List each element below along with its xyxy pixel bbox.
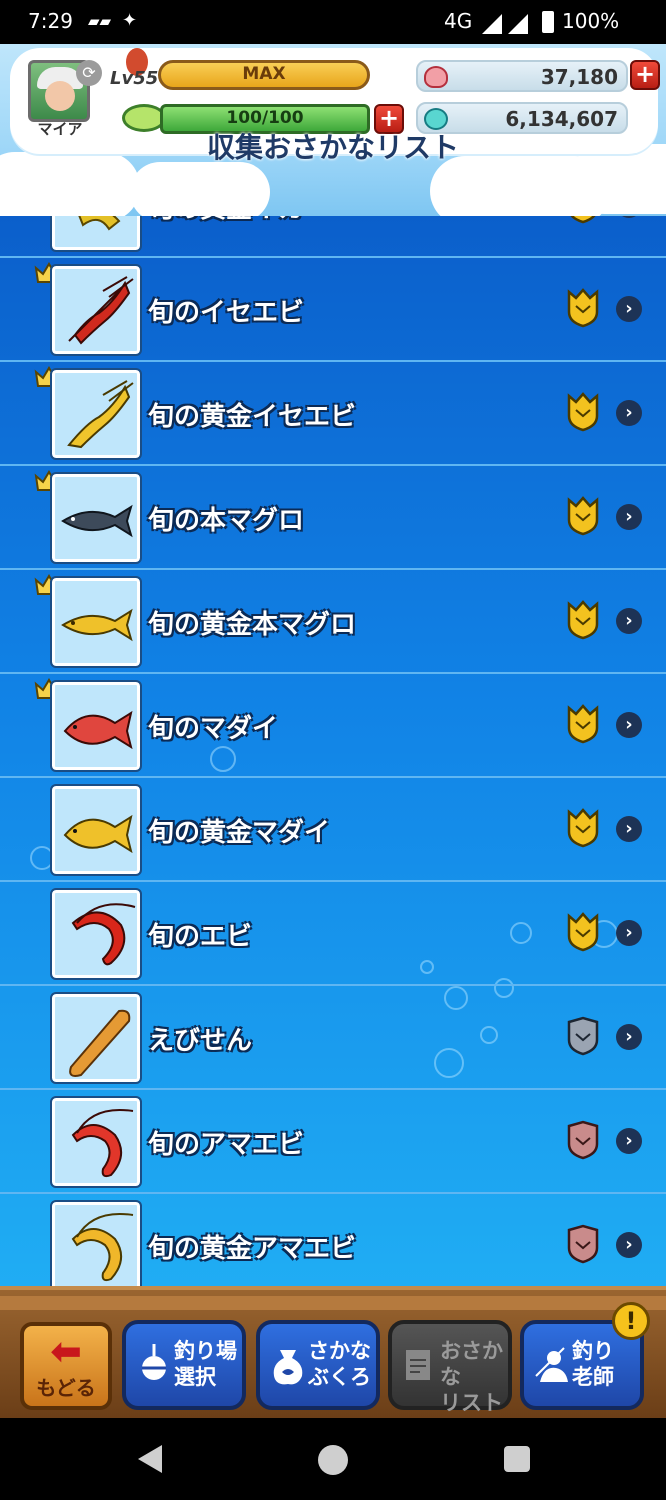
- chevron-right-icon[interactable]: ›: [616, 216, 642, 218]
- fish-bag-button[interactable]: さかな ぶくろ: [256, 1320, 380, 1410]
- gold-crown-badge-icon: [570, 216, 596, 224]
- float-icon: [142, 1344, 166, 1380]
- status-time: 7:29: [28, 9, 73, 33]
- list-item[interactable]: 旬のイセエビ ›: [0, 258, 666, 362]
- fish-name: 旬の黄金イセエビ: [148, 402, 357, 432]
- fish-name: 旬のマダイ: [148, 714, 279, 744]
- list-item[interactable]: 旬の本マグロ ›: [0, 466, 666, 570]
- exp-bar: MAX: [158, 60, 370, 90]
- fish-thumbnail: [50, 264, 142, 356]
- chevron-right-icon[interactable]: ›: [616, 504, 642, 530]
- fishing-master-label-2: 老師: [572, 1365, 614, 1389]
- fish-thumbnail: [50, 1096, 142, 1188]
- fish-thumbnail: [50, 576, 142, 668]
- fish-thumbnail: [50, 992, 142, 1084]
- network-type: 4G: [444, 9, 473, 33]
- chevron-right-icon[interactable]: ›: [616, 1128, 642, 1154]
- fish-bag-label-1: さかな: [308, 1339, 371, 1363]
- battery-icon: [542, 11, 554, 33]
- fish-name: 旬のイセエビ: [148, 298, 305, 328]
- chevron-right-icon[interactable]: ›: [616, 816, 642, 842]
- fish-thumbnail: [50, 472, 142, 564]
- red-gem-icon: [424, 66, 448, 88]
- system-home-icon[interactable]: [318, 1445, 348, 1475]
- fish-name: 旬の黄金アマエビ: [148, 1234, 357, 1264]
- red-currency-box: 37,180: [416, 60, 628, 92]
- list-item[interactable]: 旬の黄金マダイ ›: [0, 778, 666, 882]
- fish-thumbnail: [50, 784, 142, 876]
- alert-icon: !: [612, 1302, 650, 1340]
- system-navigation-bar: [0, 1418, 666, 1500]
- bronze-badge-icon: [567, 1120, 599, 1160]
- refresh-icon[interactable]: ⟳: [76, 60, 102, 86]
- fish-thumbnail: [50, 1200, 142, 1292]
- gold-crown-badge-icon: [567, 288, 599, 328]
- fish-thumbnail: [50, 888, 142, 980]
- fish-list-label-2: リスト: [440, 1391, 503, 1415]
- fishing-master-label-1: 釣り: [572, 1339, 614, 1363]
- add-red-currency-button[interactable]: +: [630, 60, 660, 90]
- fish-name: えびせん: [148, 1026, 253, 1056]
- signal-icon: [482, 14, 528, 34]
- fish-collection-list[interactable]: 旬の黄金イカ › 旬のイセエビ › 旬の黄金イセエビ › 旬の本マグロ ›: [0, 216, 666, 1300]
- chevron-right-icon[interactable]: ›: [616, 1024, 642, 1050]
- fish-bag-icon: [273, 1350, 303, 1385]
- chevron-right-icon[interactable]: ›: [616, 608, 642, 634]
- fishing-spot-label-2: 選択: [174, 1365, 216, 1389]
- list-item[interactable]: 旬のエビ ›: [0, 882, 666, 986]
- level-label: Lv55: [110, 68, 159, 89]
- list-item[interactable]: 旬の黄金イセエビ ›: [0, 362, 666, 466]
- gold-crown-badge-icon: [567, 704, 599, 744]
- chevron-right-icon[interactable]: ›: [616, 296, 642, 322]
- fishing-spot-button[interactable]: 釣り場 選択: [122, 1320, 246, 1410]
- system-recents-icon[interactable]: [504, 1446, 530, 1472]
- chevron-right-icon[interactable]: ›: [616, 920, 642, 946]
- fishing-master-icon: [535, 1347, 568, 1382]
- status-bar: 7:29 ▰▰ ✦ 4G 100%: [0, 0, 666, 44]
- list-item[interactable]: えびせん ›: [0, 986, 666, 1090]
- list-item[interactable]: 旬の黄金本マグロ ›: [0, 570, 666, 674]
- gold-crown-badge-icon: [567, 912, 599, 952]
- red-currency-value: 37,180: [540, 65, 618, 89]
- fish-thumbnail: [50, 680, 142, 772]
- bottom-nav-bar: ⬅ もどる 釣り場 選択 さかな ぶくろ おさかな リスト 釣り 老師: [0, 1286, 666, 1418]
- notification-icon: ▰▰: [88, 12, 112, 30]
- fish-list-label-1: おさかな: [440, 1339, 503, 1389]
- fish-name: 旬の本マグロ: [148, 506, 305, 536]
- chevron-right-icon[interactable]: ›: [616, 1232, 642, 1258]
- page-title: 収集おさかなリスト: [206, 131, 459, 164]
- chevron-right-icon[interactable]: ›: [616, 400, 642, 426]
- fish-name: 旬のエビ: [148, 922, 253, 952]
- system-back-icon[interactable]: [138, 1445, 162, 1473]
- list-item[interactable]: 旬のマダイ ›: [0, 674, 666, 778]
- back-button[interactable]: ⬅ もどる: [20, 1322, 112, 1410]
- silver-badge-icon: [567, 1016, 599, 1056]
- back-label: もどる: [36, 1376, 96, 1400]
- bronze-badge-icon: [567, 1224, 599, 1264]
- back-arrow-icon: ⬅: [50, 1329, 82, 1373]
- fish-thumbnail: [50, 368, 142, 460]
- fish-bag-label-2: ぶくろ: [308, 1365, 371, 1389]
- gold-crown-badge-icon: [567, 600, 599, 640]
- notification-icon-2: ✦: [122, 10, 138, 31]
- chevron-right-icon[interactable]: ›: [616, 712, 642, 738]
- fish-name: 旬のアマエビ: [148, 1130, 305, 1160]
- list-item[interactable]: 旬のアマエビ ›: [0, 1090, 666, 1194]
- list-item[interactable]: 旬の黄金アマエビ ›: [0, 1194, 666, 1298]
- battery-percent: 100%: [562, 9, 620, 33]
- gold-crown-badge-icon: [567, 392, 599, 432]
- fish-name: 旬の黄金イカ: [148, 216, 304, 225]
- fish-name: 旬の黄金マダイ: [148, 818, 331, 848]
- fish-thumbnail: [50, 216, 142, 252]
- fishing-spot-label-1: 釣り場: [174, 1339, 237, 1363]
- gold-crown-badge-icon: [567, 808, 599, 848]
- fish-name: 旬の黄金本マグロ: [148, 610, 357, 640]
- list-item[interactable]: 旬の黄金イカ ›: [0, 216, 666, 258]
- gold-crown-badge-icon: [567, 496, 599, 536]
- fish-list-button: おさかな リスト: [388, 1320, 512, 1415]
- fish-list-icon: [406, 1350, 430, 1380]
